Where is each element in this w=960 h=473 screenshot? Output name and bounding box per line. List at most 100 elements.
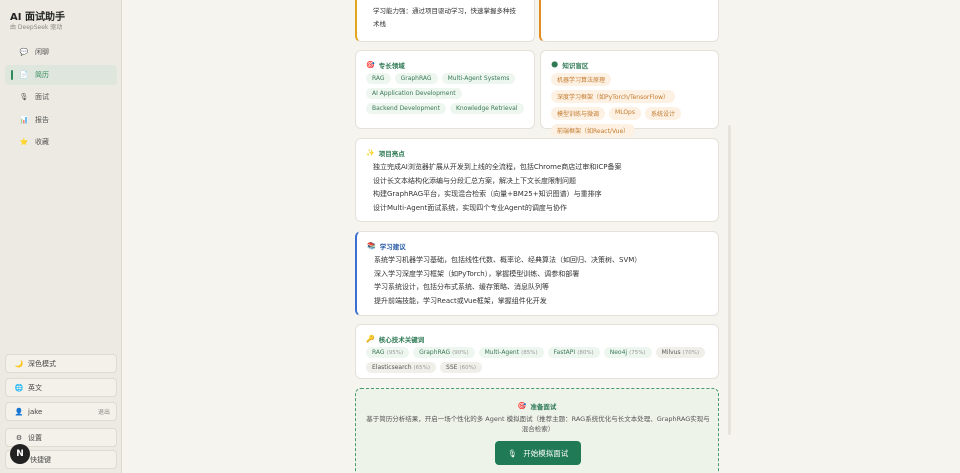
- tag: 前端框架（如React/Vue）: [551, 124, 636, 137]
- sidebar-item-interview[interactable]: 🎙 面试: [5, 87, 117, 107]
- strength-line: 学习能力强：通过项目驱动学习，快速掌握多种技: [373, 7, 516, 15]
- user-icon: 👤: [14, 407, 24, 416]
- nav-list: 💬 闲聊 📄 简历 🎙 面试 📊 报告 ⭐ 收藏: [5, 42, 117, 155]
- keyword-tag: Elasticsearch (65%): [366, 362, 437, 373]
- keywords-title-text: 核心技术关键词: [378, 336, 425, 344]
- list-item: 设计Multi-Agent面试系统，实现四个专业Agent的调度与协作: [373, 203, 567, 212]
- mic-icon: 🎙: [507, 448, 518, 458]
- tag: AI Application Development: [366, 88, 462, 99]
- keyword-tag: Milvus (70%): [655, 347, 706, 358]
- sidebar-item-chat[interactable]: 💬 闲聊: [5, 42, 117, 62]
- keyword-name: GraphRAG: [419, 349, 451, 356]
- keyword-name: RAG: [372, 349, 385, 356]
- interview-icon: 🎙: [19, 93, 29, 101]
- app-title: AI 面试助手: [10, 12, 65, 23]
- keyword-name: Milvus: [661, 349, 681, 356]
- keyword-pct: (70%): [682, 350, 700, 356]
- username: jake: [28, 407, 43, 416]
- tag: Knowledge Retrieval: [449, 103, 524, 114]
- blind-spots-tags: 机器学习算法原理 深度学习框架（如PyTorch/TensorFlow） 模型训…: [551, 73, 711, 137]
- keyword-pct: (65%): [413, 365, 431, 371]
- sparkle-icon: ✨: [366, 149, 375, 157]
- keyword-name: Multi-Agent: [484, 349, 520, 356]
- keyword-pct: (85%): [521, 350, 538, 356]
- user-row: 👤 jake 退出: [5, 402, 117, 421]
- dark-mode-toggle[interactable]: 🌙 深色模式: [5, 354, 117, 373]
- tag: Backend Development: [366, 103, 446, 114]
- keyword-name: FastAPI: [553, 349, 576, 356]
- avatar[interactable]: N: [10, 444, 30, 464]
- moon-icon: 🌑: [551, 61, 559, 69]
- keyword-tag: FastAPI (80%): [547, 347, 600, 358]
- sidebar-item-label: 收藏: [35, 138, 49, 146]
- blind-spots-card: 🌑 知识盲区 机器学习算法原理 深度学习框架（如PyTorch/TensorFl…: [540, 50, 719, 137]
- report-icon: 📊: [19, 115, 29, 124]
- keyword-pct: (60%): [459, 365, 476, 371]
- logout-button[interactable]: 退出: [98, 407, 110, 416]
- resume-icon: 📄: [19, 70, 29, 79]
- sidebar-item-label: 简历: [35, 70, 49, 79]
- scrollbar[interactable]: [728, 125, 731, 435]
- expertise-title: 🎯 专长领域: [366, 60, 405, 70]
- globe-icon: 🌐: [14, 383, 24, 392]
- language-toggle[interactable]: 🌐 英文: [5, 378, 117, 397]
- sidebar-item-label: 闲聊: [35, 48, 49, 56]
- list-item: 提升前端技能，学习React或Vue框架，掌握组件化开发: [374, 296, 547, 305]
- keyword-tag: RAG (95%): [366, 347, 410, 358]
- chat-icon: 💬: [19, 48, 29, 56]
- keyword-name: Elasticsearch: [372, 364, 412, 371]
- prepare-title-text: 准备面试: [530, 403, 557, 411]
- sidebar: AI 面试助手 由 DeepSeek 驱动 💬 闲聊 📄 简历 🎙 面试 📊 报…: [0, 0, 122, 473]
- highlights-title: ✨ 项目亮点: [366, 148, 405, 158]
- prepare-interview-panel: 🎯 准备面试 基于简历分析结果，开启一场个性化的多 Agent 模拟面试（推荐主…: [355, 388, 719, 473]
- tag: 深度学习框架（如PyTorch/TensorFlow）: [551, 90, 676, 103]
- start-button-label: 开始模拟面试: [523, 448, 569, 458]
- keywords-title: 🔑 核心技术关键词: [366, 334, 424, 344]
- highlights-card: ✨ 项目亮点 独立完成AI浏览器扩展从开发到上线的全流程，包括Chrome商店过…: [355, 138, 719, 222]
- sidebar-item-resume[interactable]: 📄 简历: [5, 64, 117, 85]
- highlights-list: 独立完成AI浏览器扩展从开发到上线的全流程，包括Chrome商店过审和ICP备案…: [373, 161, 621, 215]
- keyword-pct: (95%): [386, 350, 404, 356]
- keyword-tag: SSE (60%): [440, 362, 482, 373]
- list-item: 构建GraphRAG平台，实现混合检索（向量+BM25+知识图谱）与重排序: [373, 190, 602, 198]
- tag: 机器学习算法原理: [551, 73, 612, 86]
- tag: GraphRAG: [394, 73, 438, 84]
- language-label: 英文: [28, 383, 42, 392]
- gear-icon: ⚙: [15, 433, 23, 442]
- main-content: 学习能力强：通过项目驱动学习，快速掌握多种技 术栈 🎯 专长领域 RAG Gra…: [122, 0, 960, 473]
- settings-label: 设置: [28, 433, 42, 442]
- blind-spots-title: 🌑 知识盲区: [551, 60, 588, 70]
- keywords-tags: RAG (95%) GraphRAG (90%) Multi-Agent (85%) …: [366, 347, 706, 373]
- start-mock-interview-button[interactable]: 🎙 开始模拟面试: [495, 441, 581, 465]
- keyword-name: SSE: [446, 364, 458, 371]
- keyword-tag: Neo4j (75%): [603, 347, 652, 358]
- weakness-card: [539, 0, 719, 42]
- moon-icon: 🌙: [14, 359, 24, 368]
- keyword-name: Neo4j: [609, 349, 628, 356]
- strength-line-cont: 术栈: [373, 20, 386, 28]
- suggestions-title: 📚 学习建议: [367, 241, 406, 251]
- expertise-title-text: 专长领域: [378, 62, 405, 70]
- list-item: 设计长文本结构化添编与分段汇总方案，解决上下文长度限制问题: [373, 176, 576, 185]
- keyword-tag: GraphRAG (90%): [413, 347, 475, 358]
- keyword-tag: Multi-Agent (85%): [478, 347, 544, 358]
- app-subtitle: 由 DeepSeek 驱动: [10, 24, 63, 31]
- list-item: 深入学习深度学习框架（如PyTorch），掌握模型训练、调参和部署: [374, 269, 580, 278]
- sidebar-item-report[interactable]: 📊 报告: [5, 110, 117, 130]
- tag: RAG: [366, 73, 391, 84]
- expertise-tags: RAG GraphRAG Multi-Agent Systems AI Appl…: [366, 73, 526, 114]
- prepare-title: 🎯 准备面试: [356, 401, 718, 411]
- prepare-description: 基于简历分析结果，开启一场个性化的多 Agent 模拟面试（推荐主题：RAG系统…: [366, 415, 710, 433]
- blind-spots-title-text: 知识盲区: [562, 62, 589, 70]
- sidebar-item-label: 面试: [35, 93, 49, 101]
- strengths-card: 学习能力强：通过项目驱动学习，快速掌握多种技 术栈: [355, 0, 535, 42]
- keyword-pct: (75%): [629, 350, 646, 356]
- target-icon: 🎯: [366, 61, 375, 69]
- list-item: 系统学习机器学习基础，包括线性代数、概率论、经典算法（如回归、决策树、SVM）: [374, 256, 642, 264]
- shortcuts-label: 快捷键: [30, 455, 51, 464]
- expertise-card: 🎯 专长领域 RAG GraphRAG Multi-Agent Systems …: [355, 50, 535, 129]
- sidebar-item-favorites[interactable]: ⭐ 收藏: [5, 132, 117, 152]
- keyword-pct: (90%): [452, 350, 469, 356]
- book-icon: 📚: [367, 242, 376, 250]
- tag: Multi-Agent Systems: [441, 73, 516, 84]
